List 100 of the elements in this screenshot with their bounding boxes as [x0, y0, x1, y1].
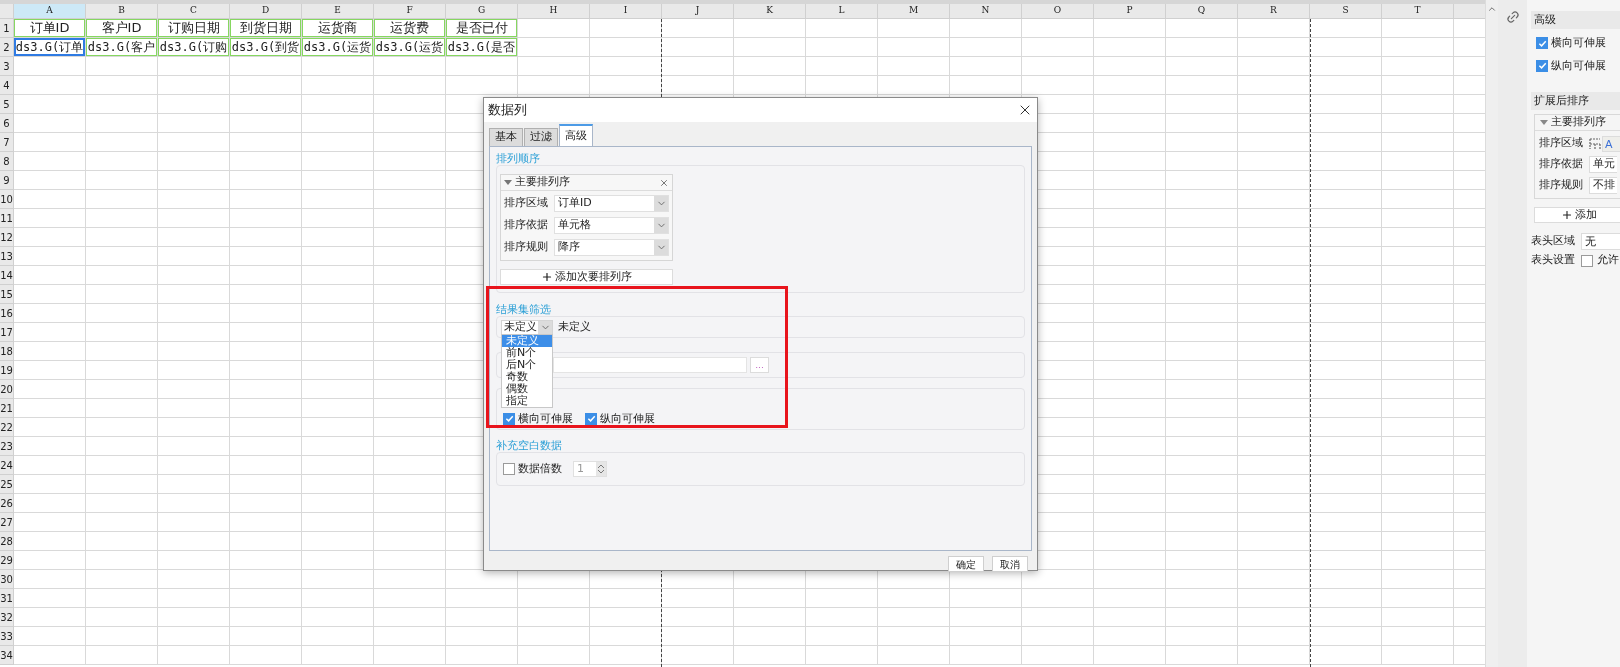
row-number[interactable]: 10	[0, 191, 13, 207]
row-number[interactable]: 11	[0, 210, 13, 226]
field-label: 排序规则	[504, 239, 549, 256]
checkbox[interactable]	[503, 463, 515, 475]
plus-icon	[541, 271, 553, 283]
table-cell: 运货费	[374, 19, 446, 38]
row-number[interactable]: 17	[0, 324, 13, 340]
select-field[interactable]: 订单ID	[554, 195, 669, 212]
checkbox-label: 允许	[1597, 252, 1619, 269]
column-header[interactable]: N	[981, 4, 990, 18]
dialog-button[interactable]: 确定	[948, 556, 984, 572]
check-icon	[586, 414, 596, 424]
column-header[interactable]: E	[334, 4, 341, 18]
column-header[interactable]: F	[406, 4, 413, 18]
row-number[interactable]: 22	[0, 419, 13, 435]
spinner-arrows-icon	[597, 463, 605, 475]
row-number[interactable]: 21	[0, 400, 13, 416]
row-number[interactable]: 12	[0, 229, 13, 245]
group-title: 主要排列序	[1551, 114, 1606, 131]
field-label: 表头设置	[1531, 252, 1576, 269]
area-field[interactable]: A	[1602, 135, 1620, 152]
row-number[interactable]: 15	[0, 286, 13, 302]
tab[interactable]: 基本	[489, 128, 523, 146]
checkbox[interactable]	[585, 412, 597, 425]
field-label: 排序区域	[1539, 135, 1584, 152]
checkbox-label: 数据倍数	[518, 460, 563, 477]
select-field[interactable]: 不排	[1589, 177, 1617, 194]
table-cell: ds3.G(客户	[86, 38, 158, 57]
dropdown-option[interactable]: 奇数	[502, 371, 552, 383]
column-header[interactable]: T	[1414, 4, 1421, 18]
column-header[interactable]: K	[766, 4, 773, 18]
grid-select-icon[interactable]	[1589, 137, 1601, 150]
row-number[interactable]: 28	[0, 533, 13, 549]
row-number[interactable]: 26	[0, 495, 13, 511]
row-number[interactable]: 19	[0, 362, 13, 378]
dialog-button[interactable]: 取消	[992, 556, 1028, 572]
checkbox[interactable]	[1536, 37, 1548, 50]
select-field[interactable]: 未定义	[501, 319, 553, 335]
formula-field[interactable]	[553, 357, 747, 373]
column-header[interactable]: Q	[1197, 4, 1206, 18]
checkbox[interactable]	[1581, 254, 1593, 267]
select-field[interactable]: 降序	[554, 239, 669, 256]
field-label: 排序依据	[1539, 156, 1584, 173]
dropdown-option[interactable]: 后N个	[502, 359, 552, 371]
checkbox[interactable]	[1536, 59, 1548, 72]
panel-header: 高级	[1531, 11, 1620, 29]
tab[interactable]: 过滤	[524, 128, 558, 146]
column-header[interactable]: B	[118, 4, 125, 18]
dropdown-option[interactable]: 指定	[502, 395, 552, 407]
section-title: 结果集筛选	[496, 302, 551, 316]
column-header[interactable]: L	[838, 4, 845, 18]
dropdown-option[interactable]: 偶数	[502, 383, 552, 395]
row-number[interactable]: 20	[0, 381, 13, 397]
column-header[interactable]: I	[623, 4, 628, 18]
row-number[interactable]: 33	[0, 628, 13, 644]
row-number[interactable]: 32	[0, 609, 13, 625]
column-header[interactable]: M	[908, 4, 919, 18]
row-number[interactable]: 16	[0, 305, 13, 321]
table-cell: 客户ID	[86, 19, 158, 38]
column-header[interactable]: G	[477, 4, 486, 18]
table-cell: 是否已付	[446, 19, 518, 38]
column-header[interactable]: D	[261, 4, 270, 18]
collapse-triangle-icon[interactable]	[504, 179, 512, 186]
dropdown-option[interactable]: 前N个	[502, 347, 552, 359]
column-header[interactable]: H	[549, 4, 558, 18]
row-number[interactable]: 14	[0, 267, 13, 283]
row-number[interactable]: 34	[0, 647, 13, 663]
add-sort-button[interactable]: 添加次要排列序	[500, 269, 673, 285]
column-header[interactable]: R	[1270, 4, 1277, 18]
select-field[interactable]: 无	[1581, 233, 1620, 250]
row-number[interactable]: 31	[0, 590, 13, 606]
tab[interactable]: 高级	[559, 124, 593, 146]
row-number[interactable]: 24	[0, 457, 13, 473]
ellipsis-button[interactable]: ...	[750, 357, 769, 373]
row-number[interactable]: 27	[0, 514, 13, 530]
table-cell: ds3.G(是否	[446, 38, 518, 57]
add-sort-button[interactable]: 添加	[1534, 207, 1620, 223]
column-header[interactable]: C	[190, 4, 197, 18]
collapse-triangle-icon[interactable]	[1540, 119, 1548, 126]
select-field[interactable]: 单元	[1589, 156, 1617, 173]
checkbox-label: 横向可伸展	[518, 410, 573, 427]
column-header[interactable]: A	[46, 4, 53, 18]
field-label: 排序规则	[1539, 177, 1584, 194]
row-number[interactable]: 13	[0, 248, 13, 264]
checkbox[interactable]	[503, 412, 515, 425]
select-field[interactable]: 单元格	[554, 217, 669, 234]
scroll-up-icon[interactable]	[1487, 4, 1497, 14]
row-number[interactable]: 23	[0, 438, 13, 454]
column-header[interactable]: J	[695, 4, 700, 18]
column-header[interactable]: P	[1126, 4, 1133, 18]
row-number[interactable]: 29	[0, 552, 13, 568]
table-cell: 运货商	[302, 19, 374, 38]
checkbox-label: 横向可伸展	[1551, 35, 1606, 51]
column-header[interactable]: O	[1053, 4, 1062, 18]
row-number[interactable]: 25	[0, 476, 13, 492]
row-number[interactable]: 18	[0, 343, 13, 359]
row-number[interactable]: 30	[0, 571, 13, 587]
check-icon	[1537, 61, 1547, 71]
column-header[interactable]: S	[1342, 4, 1349, 18]
group-title: 主要排列序	[515, 174, 570, 191]
